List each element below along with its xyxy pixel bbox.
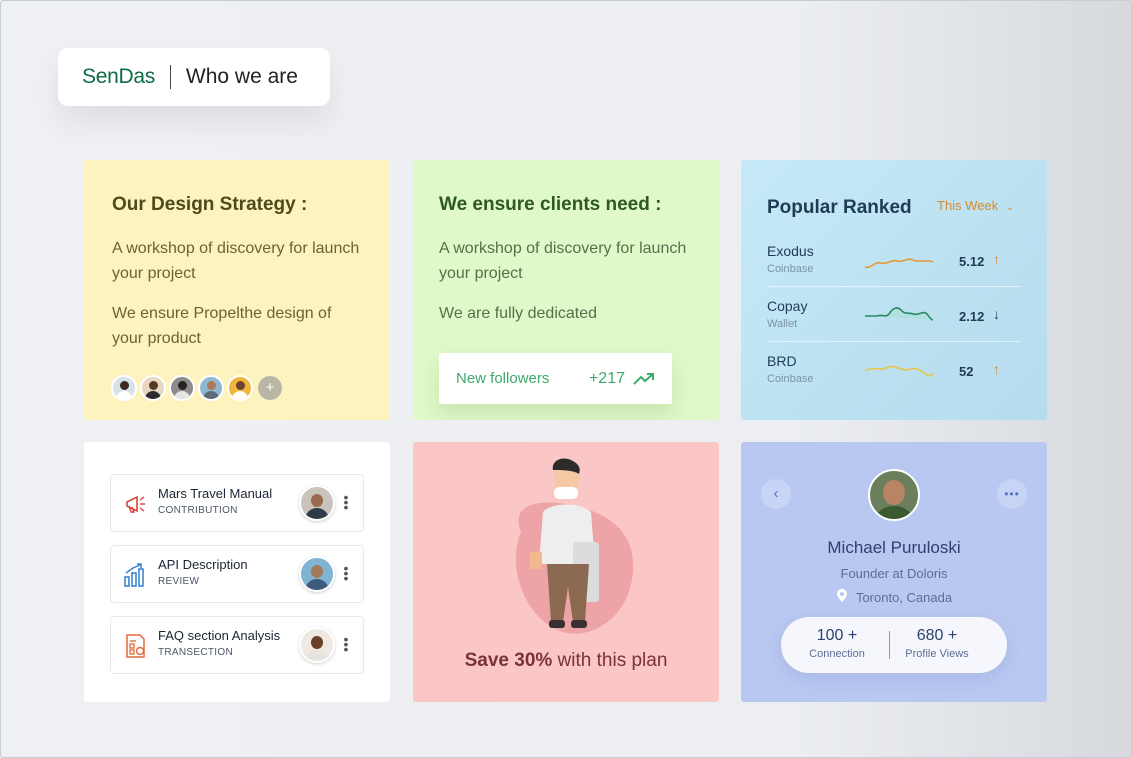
ranked-item-source: Coinbase <box>767 373 814 385</box>
task-type: REVIEW <box>158 576 200 587</box>
arrow-up-icon: ↑ <box>993 251 1000 267</box>
ranked-item-copay[interactable]: Copay Wallet 2.12 ↓ <box>767 298 1021 353</box>
sparkline <box>865 307 934 321</box>
more-options-icon[interactable]: • • • <box>343 490 349 514</box>
brand-divider <box>169 65 171 89</box>
avatar[interactable] <box>198 375 224 401</box>
new-followers-widget[interactable]: New followers +217 <box>439 353 672 404</box>
task-type: TRANSECTION <box>158 647 233 658</box>
clients-text-2: We are fully dedicated <box>439 305 598 322</box>
team-avatars: + <box>111 375 282 401</box>
strategy-text-1: A workshop of discovery for launch your … <box>112 240 360 282</box>
avatar[interactable] <box>140 375 166 401</box>
connections-stat[interactable]: 100 + Connection <box>787 627 887 660</box>
clients-text-1: A workshop of discovery for launch your … <box>439 240 687 282</box>
task-title: FAQ section Analysis <box>158 628 281 643</box>
avatar[interactable] <box>299 627 335 663</box>
brand-header: SenDas Who we are <box>58 48 330 106</box>
task-title: Mars Travel Manual <box>158 486 273 501</box>
connections-value: 100 + <box>816 627 858 644</box>
task-item[interactable]: Mars Travel Manual CONTRIBUTION • • • <box>110 474 364 532</box>
more-options-icon[interactable]: • • • <box>343 561 349 585</box>
chevron-down-icon: ⌄ <box>1005 202 1015 213</box>
ranked-item-source: Wallet <box>767 318 798 330</box>
row-divider <box>767 286 1021 287</box>
profile-views-stat[interactable]: 680 + Profile Views <box>887 627 987 660</box>
location-pin-icon <box>836 589 847 602</box>
promo-card: Save 30% with this plan <box>413 442 719 702</box>
week-filter-label: This Week <box>937 198 999 213</box>
sparkline <box>864 258 934 269</box>
profile-avatar[interactable] <box>868 469 920 521</box>
task-item[interactable]: API Description REVIEW • • • <box>110 545 364 603</box>
promo-highlight: Save 30% <box>464 650 553 671</box>
ranked-item-value: 52 <box>959 364 974 379</box>
popular-ranked-card: Popular Ranked This Week ⌄ Exodus Coinba… <box>741 160 1047 420</box>
clients-title: We ensure clients need : <box>439 194 662 215</box>
bar-chart-icon <box>124 563 144 587</box>
ranked-item-brd[interactable]: BRD Coinbase 52 ↑ <box>767 353 1021 408</box>
ranked-item-name: BRD <box>767 353 797 369</box>
strategy-text-2: We ensure Propelthe design of your produ… <box>112 305 332 347</box>
ranked-item-name: Copay <box>767 298 808 314</box>
more-options-icon[interactable]: • • • <box>343 632 349 656</box>
views-label: Profile Views <box>905 648 969 660</box>
person-illustration <box>515 458 634 634</box>
ranked-item-value: 5.12 <box>959 254 985 269</box>
ranked-item-source: Coinbase <box>767 263 814 275</box>
arrow-up-icon: ↑ <box>993 361 1000 377</box>
avatar[interactable] <box>227 375 253 401</box>
avatar[interactable] <box>169 375 195 401</box>
strategy-title: Our Design Strategy : <box>112 194 308 215</box>
avatar[interactable] <box>299 485 335 521</box>
brand-tagline: Who we are <box>185 65 298 88</box>
ranked-item-exodus[interactable]: Exodus Coinbase 5.12 ↑ <box>767 243 1021 298</box>
sparkline <box>864 365 934 377</box>
views-value: 680 + <box>916 627 958 644</box>
promo-text: Save 30% with this plan <box>413 650 719 672</box>
followers-label: New followers <box>456 370 550 387</box>
promo-rest: with this plan <box>552 650 668 671</box>
ranked-title: Popular Ranked <box>767 197 912 218</box>
ranked-item-value: 2.12 <box>959 309 985 324</box>
arrow-down-icon: ↓ <box>993 306 1000 322</box>
row-divider <box>767 341 1021 342</box>
back-button[interactable]: ‹ <box>761 479 791 509</box>
profile-name: Michael Puruloski <box>827 538 961 557</box>
profile-stats: 100 + Connection 680 + Profile Views <box>781 617 1007 673</box>
avatar[interactable] <box>111 375 137 401</box>
connections-label: Connection <box>809 648 865 660</box>
location-text: Toronto, Canada <box>855 590 953 605</box>
brand-logo: SenDas <box>82 65 155 88</box>
tasks-card: Mars Travel Manual CONTRIBUTION • • • API … <box>84 442 390 702</box>
week-filter-dropdown[interactable]: This Week ⌄ <box>937 198 1014 213</box>
ranked-item-name: Exodus <box>767 243 814 259</box>
task-item[interactable]: FAQ section Analysis TRANSECTION • • • <box>110 616 364 674</box>
avatar[interactable] <box>299 556 335 592</box>
more-button[interactable]: ••• <box>997 479 1027 509</box>
more-icon: ••• <box>1004 487 1020 501</box>
design-strategy-card: Our Design Strategy : A workshop of disc… <box>84 160 390 420</box>
report-icon <box>126 634 145 658</box>
profile-location: Toronto, Canada <box>741 588 1047 605</box>
chevron-left-icon: ‹ <box>773 485 779 502</box>
profile-role: Founder at Doloris <box>840 566 948 581</box>
task-type: CONTRIBUTION <box>158 505 238 516</box>
followers-count: +217 <box>588 369 625 387</box>
profile-card: ‹ ••• Michael Puruloski Founder at Dolor… <box>741 442 1047 702</box>
trending-up-icon <box>633 372 654 385</box>
megaphone-icon <box>126 495 145 513</box>
add-member-button[interactable]: + <box>258 376 282 400</box>
clients-need-card: We ensure clients need : A workshop of d… <box>413 160 719 420</box>
task-title: API Description <box>158 557 248 572</box>
